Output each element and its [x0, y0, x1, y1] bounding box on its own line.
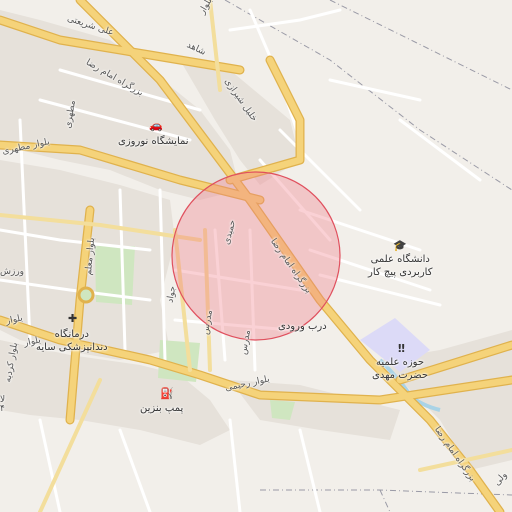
poi-entrance[interactable]: درب ورودی	[278, 322, 327, 332]
medical-cross-icon: ✚	[68, 312, 78, 325]
poi-university[interactable]: دانشگاه علمی کاربردی پیچ کار	[368, 254, 432, 279]
roundabout	[77, 286, 95, 304]
seminary-icon: ‼	[398, 342, 405, 355]
highlight-circle	[171, 171, 341, 341]
poi-dental-clinic[interactable]: درمانگاه دندانپزشکی سایه	[36, 329, 108, 354]
graduation-cap-icon: 🎓	[393, 239, 407, 252]
edge-fragment-bottom-left: لا ۴	[0, 395, 6, 414]
poi-gas-station[interactable]: پمپ بنزین	[140, 404, 183, 414]
map-view[interactable]: علی شریعتی شاهد بزرگراه امام رضا خلیل شی…	[0, 0, 512, 512]
poi-car-showroom[interactable]: نمایشگاه نوروزی	[118, 137, 189, 147]
poi-seminary[interactable]: حوزه علمیه حضرت مهدی	[372, 357, 428, 382]
road-label-varzesh: ورزش	[0, 267, 25, 277]
fuel-pump-icon: ⛽	[160, 387, 174, 400]
car-icon: 🚗	[149, 119, 163, 132]
